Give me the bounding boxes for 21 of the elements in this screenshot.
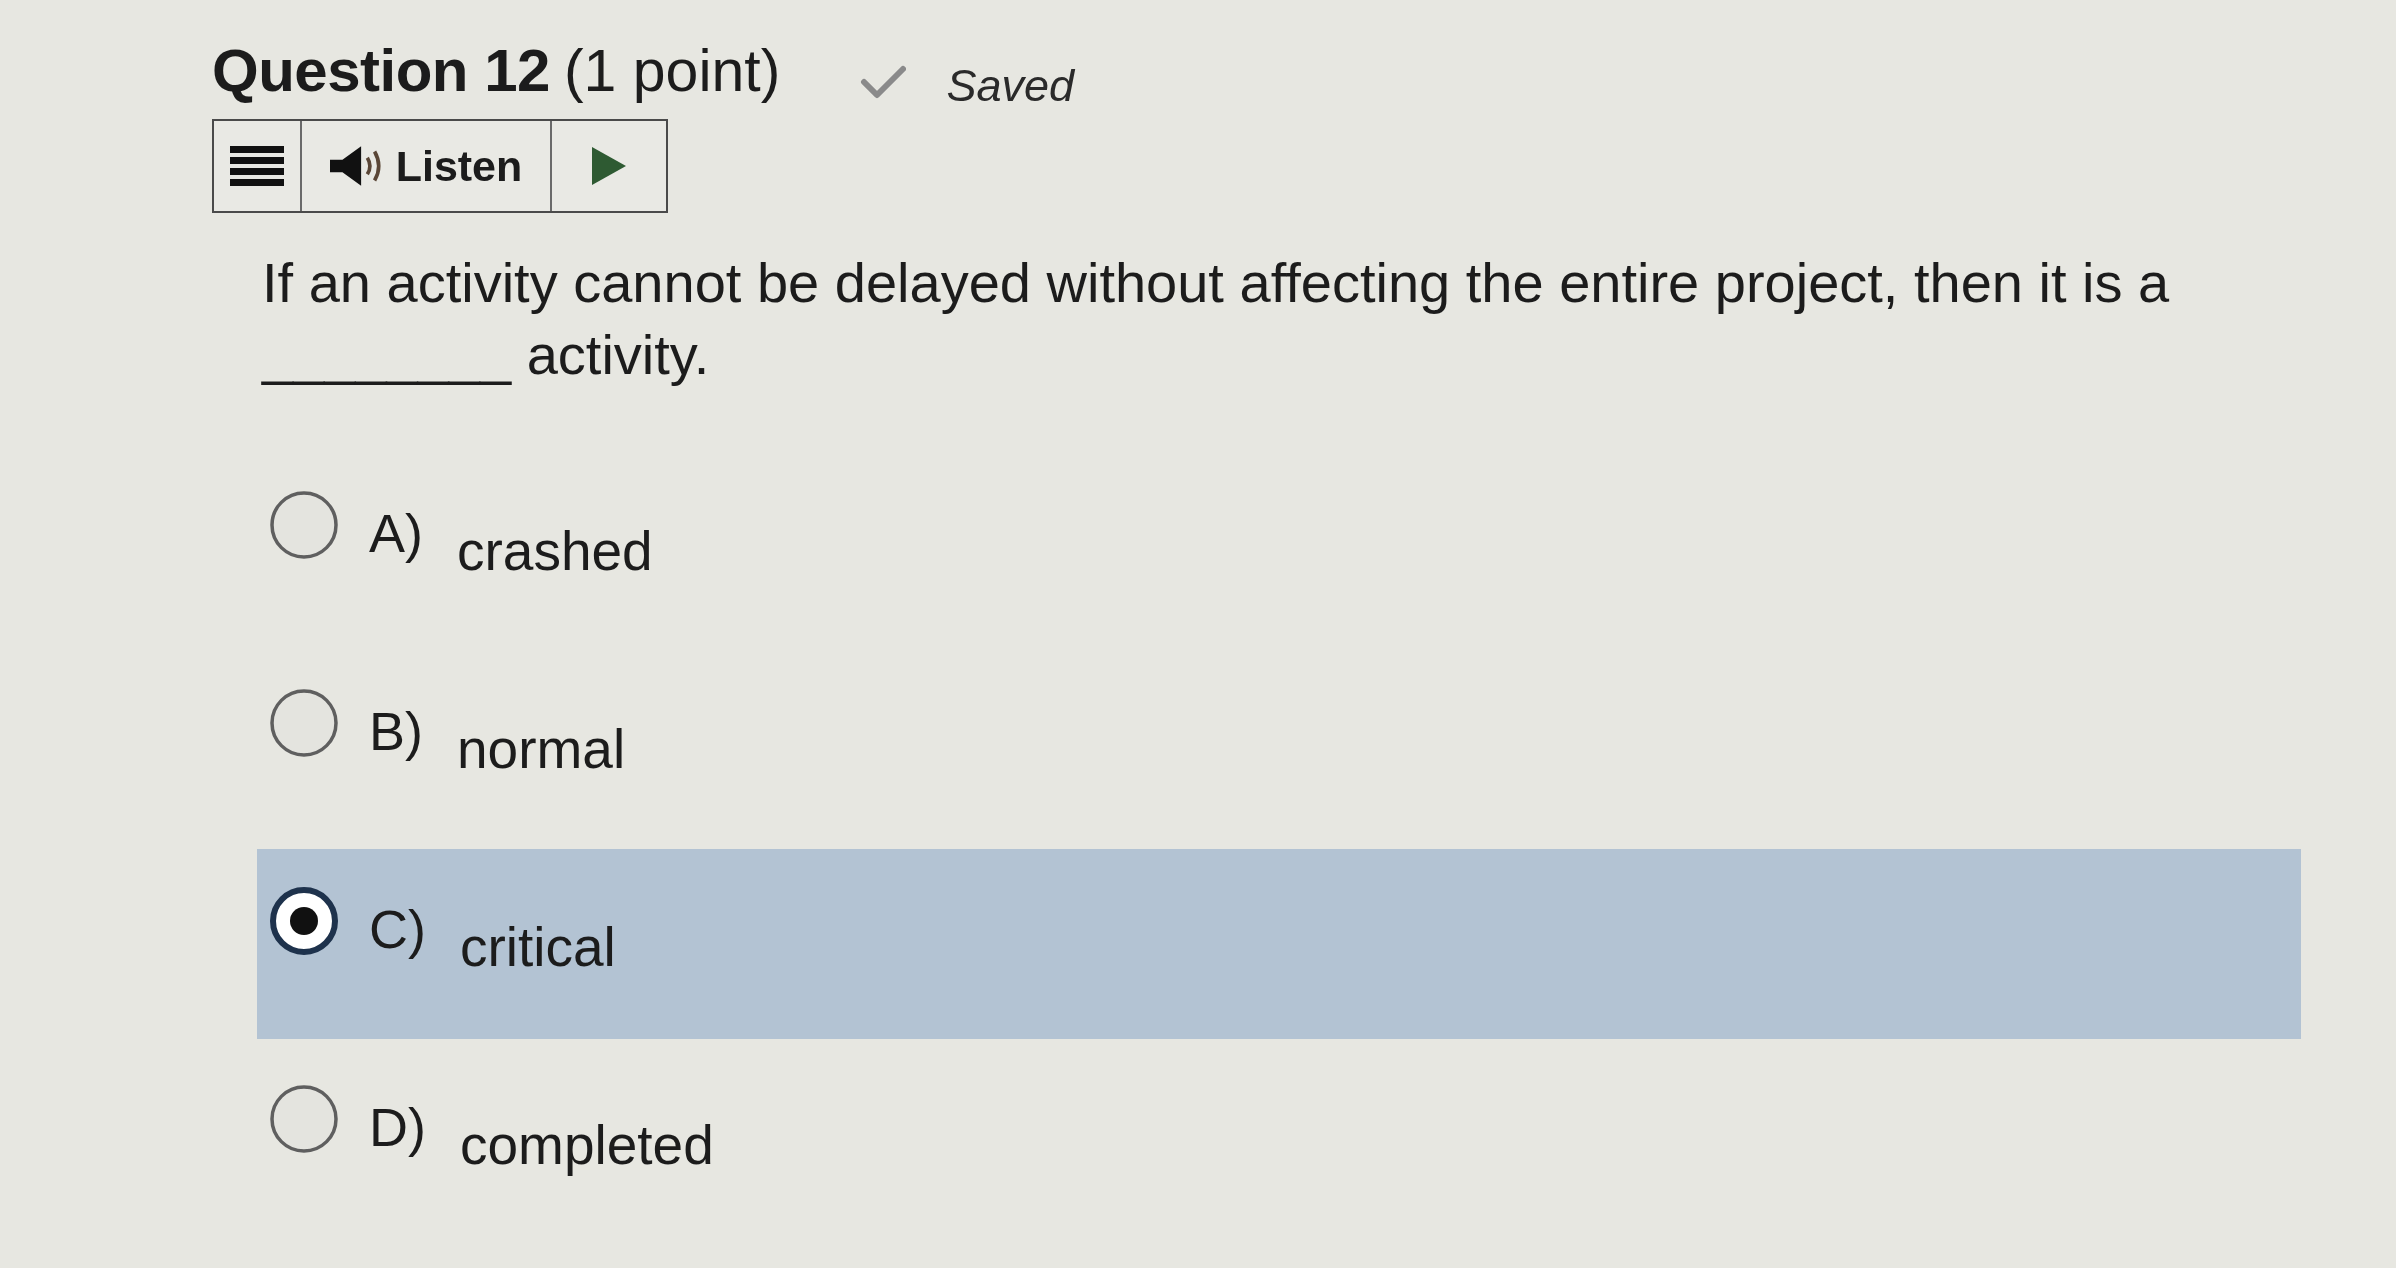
option-letter: D) <box>369 1096 426 1158</box>
selected-answer-option[interactable]: C) critical <box>257 849 2301 1039</box>
question-text: If an activity cannot be delayed without affecting the entire project, then it is a ________ activity. <box>262 250 2171 388</box>
option-text: completed <box>460 1113 714 1177</box>
radio-button[interactable] <box>269 886 339 956</box>
question-title: Question 12 <box>212 36 550 105</box>
check-icon <box>860 64 907 99</box>
saved-status: Saved <box>946 60 1074 112</box>
option-letter: B) <box>369 700 423 762</box>
option-letter: A) <box>369 502 423 564</box>
option-letter: C) <box>369 898 426 960</box>
menu-icon <box>230 146 284 186</box>
play-icon <box>592 147 626 185</box>
radio-button[interactable] <box>269 490 339 560</box>
listen-button[interactable]: Listen <box>302 121 552 211</box>
radio-button[interactable] <box>269 1084 339 1154</box>
radio-button[interactable] <box>269 688 339 758</box>
question-points: (1 point) <box>563 37 781 105</box>
option-text: crashed <box>457 519 653 583</box>
option-text: critical <box>460 915 616 979</box>
option-text: normal <box>457 717 626 781</box>
